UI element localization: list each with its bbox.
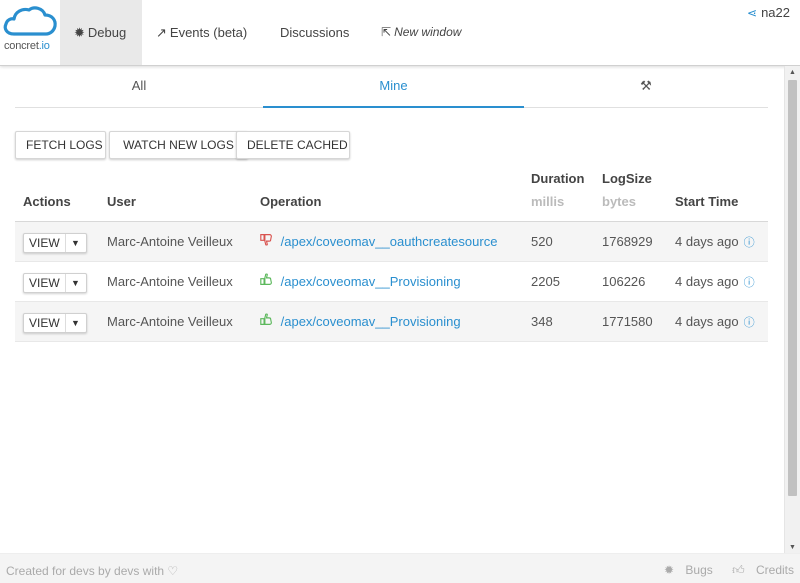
share-icon: ⋖ <box>747 6 758 20</box>
header-duration[interactable]: Duration <box>531 171 584 186</box>
cloud-logo-icon <box>3 6 57 36</box>
table-header: Actions User Operation Duration millis L… <box>15 162 768 222</box>
cell-start-time: 4 days ago ⓘ <box>675 274 755 289</box>
operation-link[interactable]: /apex/coveomav__Provisioning <box>281 314 461 329</box>
bug-icon: ✹ <box>663 563 675 577</box>
header-user[interactable]: User <box>107 194 136 209</box>
caret-down-icon[interactable]: ▼ <box>71 276 80 291</box>
caret-down-icon[interactable]: ▼ <box>71 236 80 251</box>
cell-user: Marc-Antoine Veilleux <box>107 234 233 249</box>
tab-mine[interactable]: Mine <box>263 66 524 108</box>
nav-new-window[interactable]: ⇱ New window <box>381 0 461 65</box>
header-operation[interactable]: Operation <box>260 194 321 209</box>
tab-tools[interactable]: ⚒ <box>524 66 768 108</box>
table-row: VIEW ▼ Marc-Antoine Veilleux /apex/coveo… <box>15 222 768 262</box>
footer-credit: Created for devs by devs with ♡ <box>6 564 179 578</box>
bugs-link[interactable]: ✹ Bugs <box>656 563 713 577</box>
cell-duration: 2205 <box>531 274 560 289</box>
cell-logsize: 106226 <box>602 274 646 289</box>
thumbs-up-icon <box>260 273 277 289</box>
delete-cached-button[interactable]: DELETE CACHED <box>236 131 350 159</box>
thumbs-up-icon: 👍︎ <box>732 563 745 577</box>
scroll-up-icon[interactable]: ▲ <box>789 69 796 76</box>
tools-icon: ⚒ <box>640 78 652 93</box>
top-navbar: concret.io ✹ Debug ↗ Events (beta) Discuss… <box>0 0 800 66</box>
operation-link[interactable]: /apex/coveomav__oauthcreatesource <box>281 234 498 249</box>
org-selector[interactable]: ⋖ na22 <box>747 5 790 20</box>
cell-duration: 520 <box>531 234 553 249</box>
credits-link[interactable]: 👍︎ Credits <box>724 563 794 577</box>
thumbs-down-icon <box>260 234 277 249</box>
header-duration-unit: millis <box>531 194 565 209</box>
sub-tabs: All Mine ⚒ <box>15 66 768 108</box>
nav-events[interactable]: ↗ Events (beta) <box>156 0 247 65</box>
cell-duration: 348 <box>531 314 553 329</box>
header-logsize-unit: bytes <box>602 194 636 209</box>
vertical-scrollbar[interactable]: ▲ ▼ <box>784 66 800 553</box>
cell-logsize: 1771580 <box>602 314 653 329</box>
operation-link[interactable]: /apex/coveomav__Provisioning <box>281 274 461 289</box>
info-icon[interactable]: ⓘ <box>741 277 755 289</box>
tab-all[interactable]: All <box>15 66 263 108</box>
fetch-logs-button[interactable]: FETCH LOGS <box>15 131 106 159</box>
header-logsize[interactable]: LogSize <box>602 171 652 186</box>
cell-operation: /apex/coveomav__Provisioning <box>260 262 461 302</box>
scrollbar-thumb[interactable] <box>788 80 797 496</box>
heart-icon: ♡ <box>167 564 179 578</box>
logo-text: concret.io <box>4 40 50 52</box>
table-row: VIEW ▼ Marc-Antoine Veilleux /apex/coveo… <box>15 262 768 302</box>
external-link-icon: ⇱ <box>381 25 392 39</box>
trending-icon: ↗ <box>156 25 167 40</box>
cell-start-time: 4 days ago ⓘ <box>675 314 755 329</box>
watch-new-logs-button[interactable]: WATCH NEW LOGS <box>109 131 248 159</box>
logs-table: Actions User Operation Duration millis L… <box>15 162 768 342</box>
cell-operation: /apex/coveomav__oauthcreatesource <box>260 222 497 262</box>
info-icon[interactable]: ⓘ <box>741 317 755 329</box>
cell-operation: /apex/coveomav__Provisioning <box>260 302 461 342</box>
scroll-down-icon[interactable]: ▼ <box>789 544 796 551</box>
app-logo[interactable]: concret.io <box>0 0 60 65</box>
view-dropdown-button[interactable]: VIEW ▼ <box>23 273 87 293</box>
header-start-time[interactable]: Start Time <box>675 194 738 209</box>
footer-links: ✹ Bugs 👍︎ Credits <box>648 563 794 578</box>
cell-user: Marc-Antoine Veilleux <box>107 314 233 329</box>
nav-debug[interactable]: ✹ Debug <box>60 0 142 65</box>
cell-user: Marc-Antoine Veilleux <box>107 274 233 289</box>
footer: Created for devs by devs with ♡ ✹ Bugs 👍… <box>0 553 800 583</box>
table-row: VIEW ▼ Marc-Antoine Veilleux /apex/coveo… <box>15 302 768 342</box>
caret-down-icon[interactable]: ▼ <box>71 316 80 331</box>
view-dropdown-button[interactable]: VIEW ▼ <box>23 313 87 333</box>
info-icon[interactable]: ⓘ <box>741 237 755 249</box>
bug-icon: ✹ <box>74 25 85 40</box>
thumbs-up-icon <box>260 313 277 329</box>
cell-start-time: 4 days ago ⓘ <box>675 234 755 249</box>
view-dropdown-button[interactable]: VIEW ▼ <box>23 233 87 253</box>
header-actions: Actions <box>23 194 71 209</box>
nav-discussions[interactable]: Discussions <box>280 0 349 65</box>
cell-logsize: 1768929 <box>602 234 653 249</box>
